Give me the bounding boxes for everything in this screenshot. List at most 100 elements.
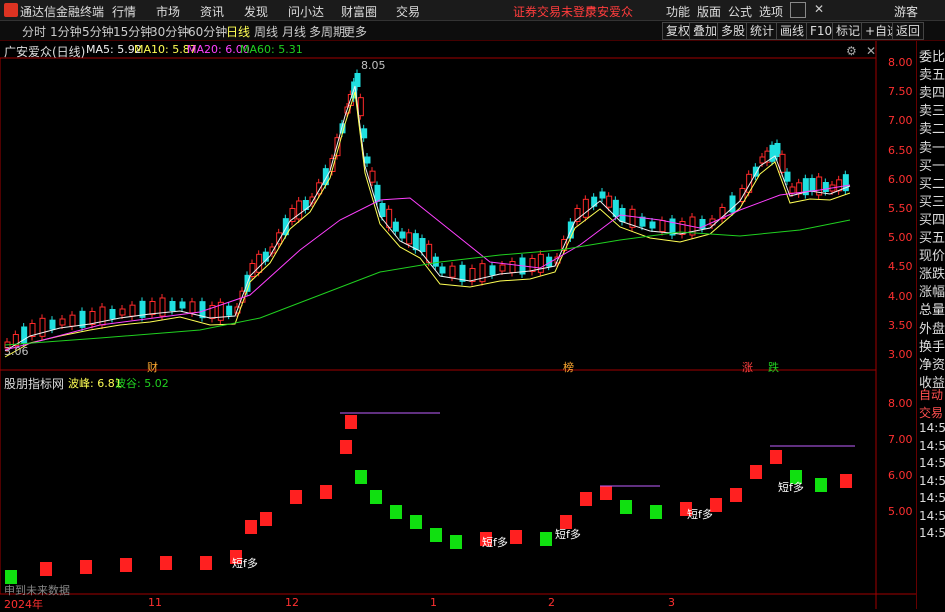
candle-body bbox=[406, 232, 413, 245]
candle-body bbox=[449, 265, 456, 278]
candle-body bbox=[439, 266, 446, 274]
period-60min[interactable]: 60分钟 bbox=[188, 23, 227, 40]
period-30min[interactable]: 30分钟 bbox=[150, 23, 189, 40]
quote-field-label[interactable]: 外盘 bbox=[919, 318, 945, 337]
period-1min[interactable]: 1分钟 bbox=[50, 23, 82, 40]
menu-discover[interactable]: 发现 bbox=[244, 3, 268, 20]
indicator-block bbox=[160, 556, 172, 570]
candle-body bbox=[582, 198, 589, 218]
tool-back-button[interactable]: 返回 bbox=[892, 22, 925, 40]
period-timeshare[interactable]: 分时 bbox=[22, 23, 46, 40]
candle-body bbox=[809, 178, 816, 192]
quote-field-label[interactable]: 卖五 bbox=[919, 64, 945, 83]
menu-market[interactable]: 市场 bbox=[156, 3, 180, 20]
quote-field-label[interactable]: 买四 bbox=[919, 209, 945, 228]
indicator-axis-label: 7.00 bbox=[888, 433, 913, 446]
indicator-block bbox=[770, 450, 782, 464]
menu-formula[interactable]: 公式 bbox=[728, 3, 752, 20]
price-axis-label: 5.00 bbox=[888, 231, 913, 245]
trade-time-label: 14:56 bbox=[919, 438, 945, 453]
period-more[interactable]: 更多 bbox=[343, 23, 367, 40]
quote-field-label[interactable]: 买一 bbox=[919, 155, 945, 174]
event-tag-down[interactable]: 跌 bbox=[768, 359, 779, 375]
indicator-block bbox=[580, 492, 592, 506]
quote-field-label[interactable]: 换手 bbox=[919, 336, 945, 355]
quote-field-label[interactable]: 总量 bbox=[919, 299, 945, 318]
price-axis-label: 3.00 bbox=[888, 348, 913, 361]
tool-draw-button[interactable]: 画线 bbox=[776, 22, 809, 40]
candle-body bbox=[459, 264, 466, 282]
candle-body bbox=[256, 253, 263, 273]
guest-user[interactable]: 游客 bbox=[894, 3, 918, 20]
stock-title: 广安爱众(日线) bbox=[4, 45, 86, 59]
trade-time-label: 14:56 bbox=[919, 526, 945, 540]
close-icon[interactable]: ✕ bbox=[812, 2, 826, 16]
candle-body bbox=[357, 97, 364, 117]
tool-stats-button[interactable]: 统计 bbox=[746, 22, 779, 40]
settings-gear-icon[interactable]: ⚙ bbox=[846, 44, 857, 58]
period-weekly[interactable]: 周线 bbox=[254, 23, 278, 40]
candle-body bbox=[49, 319, 56, 330]
event-tag-up[interactable]: 涨 bbox=[742, 359, 753, 375]
quote-field-label[interactable]: 买三 bbox=[919, 191, 945, 210]
close-chart-icon[interactable]: ✕ bbox=[866, 44, 876, 58]
menu-news[interactable]: 资讯 bbox=[200, 3, 224, 20]
menu-layout[interactable]: 版面 bbox=[697, 3, 721, 20]
app-title: 通达信金融终端 bbox=[20, 5, 105, 19]
quote-field-label[interactable]: 卖二 bbox=[919, 118, 945, 137]
menu-function[interactable]: 功能 bbox=[666, 3, 690, 20]
date-axis-label: 11 bbox=[148, 596, 162, 609]
indicator-block bbox=[540, 532, 552, 546]
period-daily[interactable]: 日线 bbox=[226, 23, 250, 40]
quote-field-label[interactable]: 净资 bbox=[919, 354, 945, 373]
period-5min[interactable]: 5分钟 bbox=[82, 23, 114, 40]
candle-body bbox=[392, 221, 399, 232]
menu-options[interactable]: 选项 bbox=[759, 3, 783, 20]
tool-multi-stock-button[interactable]: 多股 bbox=[717, 22, 750, 40]
menu-wealth-circle[interactable]: 财富圈 bbox=[341, 3, 377, 20]
quote-field-label[interactable]: 买五 bbox=[919, 227, 945, 246]
indicator-name[interactable]: 股朋指标网 bbox=[4, 375, 64, 392]
event-tag-finance[interactable]: 财 bbox=[147, 359, 158, 375]
quote-field-label[interactable]: 现价 bbox=[919, 245, 945, 264]
period-multi[interactable]: 多周期 bbox=[309, 23, 345, 40]
candle-body bbox=[489, 265, 496, 276]
event-tag-rank[interactable]: 榜 bbox=[563, 359, 574, 375]
menu-trade[interactable]: 交易 bbox=[396, 3, 420, 20]
quote-field-label[interactable]: 卖三 bbox=[919, 100, 945, 119]
indicator-axis-label: 5.00 bbox=[888, 505, 913, 518]
indicator-axis-label: 6.00 bbox=[888, 469, 913, 482]
menu-assistant[interactable]: 问小达 bbox=[288, 3, 324, 20]
candle-body bbox=[774, 143, 781, 157]
candle-body bbox=[419, 238, 426, 252]
candle-body bbox=[369, 170, 376, 183]
tool-mark-button[interactable]: 标记 bbox=[832, 22, 865, 40]
price-axis-label: 4.00 bbox=[888, 289, 913, 303]
period-15min[interactable]: 15分钟 bbox=[113, 23, 152, 40]
kline-chart[interactable] bbox=[0, 41, 945, 609]
indicator-valley: 波谷: 5.02 bbox=[115, 377, 169, 390]
indicator-block bbox=[815, 478, 827, 492]
date-axis-label: 3 bbox=[668, 596, 675, 609]
indicator-peak: 波峰: 6.81 bbox=[68, 377, 122, 390]
period-monthly[interactable]: 月线 bbox=[282, 23, 306, 40]
quote-field-label[interactable]: 卖一 bbox=[919, 137, 945, 156]
trade-time-label: 14:56 bbox=[919, 421, 945, 435]
quote-field-label[interactable]: 涨跌 bbox=[919, 263, 945, 282]
candle-body bbox=[149, 301, 156, 315]
menu-quotes[interactable]: 行情 bbox=[112, 3, 136, 20]
quote-field-label[interactable]: 买二 bbox=[919, 173, 945, 192]
minimize-icon[interactable] bbox=[790, 2, 806, 18]
quote-field-label[interactable]: 委比 bbox=[919, 46, 945, 65]
indicator-block bbox=[370, 490, 382, 504]
candle-body bbox=[499, 264, 506, 272]
candle-body bbox=[752, 166, 759, 177]
indicator-block bbox=[620, 500, 632, 514]
candle-body bbox=[822, 182, 829, 192]
quote-field-label[interactable]: 涨幅 bbox=[919, 281, 945, 300]
indicator-block bbox=[450, 535, 462, 549]
trade-time-label: 14:56 bbox=[919, 508, 945, 523]
current-stock-label: 广安爱众 bbox=[585, 5, 634, 19]
candle-body bbox=[649, 221, 656, 229]
quote-field-label[interactable]: 卖四 bbox=[919, 82, 945, 101]
